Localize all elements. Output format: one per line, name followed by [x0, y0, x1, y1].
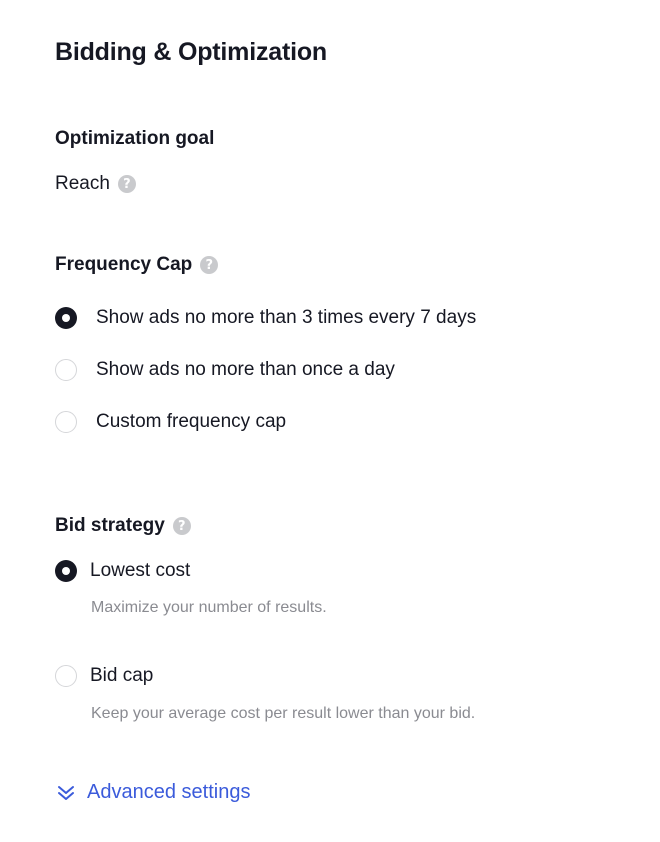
optimization-goal-value-row: Reach ?: [55, 173, 136, 195]
question-circle-icon[interactable]: ?: [200, 256, 219, 274]
radio-button-checked[interactable]: [55, 307, 77, 329]
radio-button[interactable]: [55, 359, 77, 381]
frequency-option-3-times-7-days[interactable]: Show ads no more than 3 times every 7 da…: [55, 307, 476, 329]
radio-label: Show ads no more than 3 times every 7 da…: [96, 307, 477, 328]
bidding-optimization-panel: Bidding & Optimization Optimization goal…: [0, 0, 660, 842]
radio-label: Custom frequency cap: [96, 411, 287, 432]
optimization-goal-value: Reach: [55, 173, 110, 194]
section-title: Bidding & Optimization: [55, 38, 327, 66]
radio-button[interactable]: [55, 411, 77, 433]
question-circle-icon[interactable]: ?: [117, 175, 136, 193]
frequency-cap-heading: Frequency Cap ?: [55, 254, 219, 276]
frequency-option-custom[interactable]: Custom frequency cap: [55, 411, 286, 433]
bid-option-description: Maximize your number of results.: [91, 599, 327, 616]
question-circle-icon[interactable]: ?: [172, 517, 191, 535]
advanced-settings-link[interactable]: Advanced settings: [57, 781, 250, 804]
advanced-settings-label: Advanced settings: [87, 781, 251, 803]
double-chevron-down-icon: [58, 785, 74, 800]
frequency-cap-label: Frequency Cap: [55, 254, 193, 275]
radio-label: Bid cap: [90, 665, 154, 686]
frequency-option-once-a-day[interactable]: Show ads no more than once a day: [55, 359, 395, 381]
bid-option-description: Keep your average cost per result lower …: [91, 705, 476, 722]
radio-label: Show ads no more than once a day: [96, 359, 395, 380]
bid-strategy-heading: Bid strategy ?: [55, 515, 191, 537]
optimization-goal-label: Optimization goal: [55, 128, 215, 149]
bid-strategy-label: Bid strategy: [55, 515, 165, 536]
bid-option-lowest-cost[interactable]: Lowest cost: [55, 560, 190, 582]
radio-button[interactable]: [55, 665, 77, 687]
radio-button-checked[interactable]: [55, 560, 77, 582]
radio-label: Lowest cost: [90, 560, 191, 581]
optimization-goal-heading: Optimization goal: [55, 128, 214, 150]
bid-option-bid-cap[interactable]: Bid cap: [55, 665, 153, 687]
